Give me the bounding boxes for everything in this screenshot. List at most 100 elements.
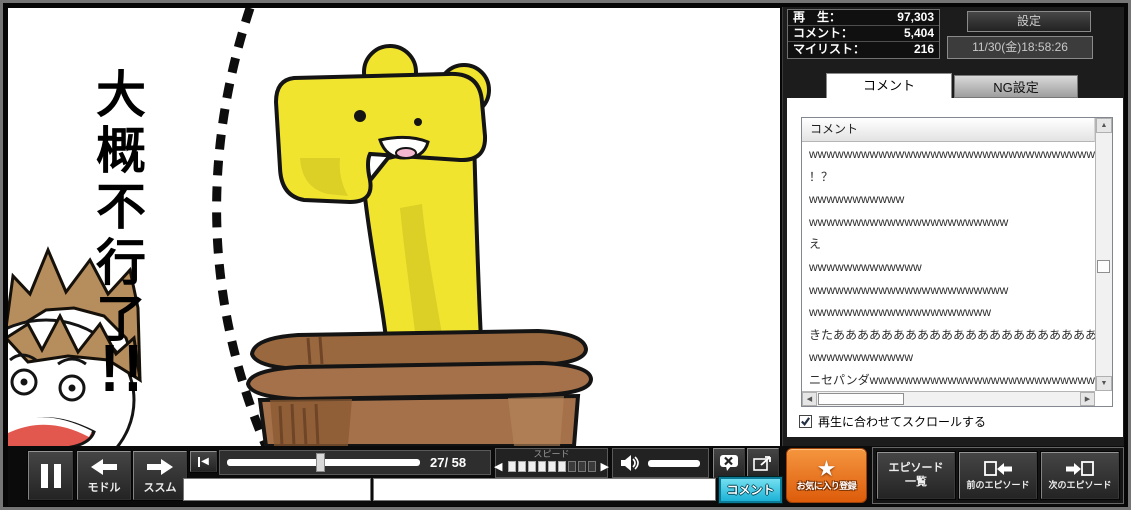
horizontal-scrollbar[interactable]: ◀ ▶ bbox=[802, 391, 1095, 406]
speed-segment bbox=[518, 461, 526, 472]
time-display: 27/ 58 bbox=[430, 455, 466, 470]
pause-icon bbox=[41, 464, 48, 488]
comment-row[interactable]: wwwwwwwwwwwwwwwwwwwww bbox=[802, 300, 1095, 323]
scroll-up-icon[interactable]: ▲ bbox=[1096, 118, 1112, 133]
video-caption-bangs: !! bbox=[100, 330, 147, 407]
comment-row[interactable]: ！？ bbox=[802, 165, 1095, 188]
speed-segment bbox=[578, 461, 586, 472]
comment-row[interactable]: wwwwwwwwwwwww bbox=[802, 255, 1095, 278]
episode-list-label-1: エピソード bbox=[889, 462, 944, 475]
horizontal-scroll-thumb[interactable] bbox=[818, 393, 904, 405]
speed-down-icon[interactable]: ◀ bbox=[491, 460, 505, 473]
next-episode-button[interactable]: 次のエピソード bbox=[1041, 452, 1119, 499]
comment-row[interactable]: ニセパンダwwwwwwwwwwwwwwwwwwwwwwwwww bbox=[802, 368, 1095, 391]
episode-navigation: エピソード 一覧 前のエピソード bbox=[872, 447, 1124, 504]
comment-row[interactable]: wwwwwwwwwwwwwwwwwwwwwww bbox=[802, 210, 1095, 233]
stat-views: 再 生： 97,303 bbox=[788, 10, 939, 26]
stat-mylist: マイリスト： 216 bbox=[788, 42, 939, 58]
comment-submit-button[interactable]: コメント bbox=[719, 477, 782, 503]
forward-button[interactable]: ススム bbox=[133, 451, 187, 500]
giraffe-character bbox=[276, 46, 489, 358]
arrow-right-icon bbox=[145, 457, 175, 477]
info-panel: 再 生： 97,303 コメント： 5,404 マイリスト： 216 設定 11… bbox=[782, 7, 1124, 447]
prev-episode-icon bbox=[983, 461, 1013, 477]
pause-icon bbox=[54, 464, 61, 488]
arrow-left-icon bbox=[89, 457, 119, 477]
scroll-down-icon[interactable]: ▼ bbox=[1096, 376, 1112, 391]
comment-row[interactable]: きたああああああああああああああああああああああ bbox=[802, 323, 1095, 346]
stat-mylist-label: マイリスト： bbox=[793, 42, 865, 58]
fullscreen-button[interactable] bbox=[747, 448, 779, 478]
comment-row[interactable]: wwwwwwwwwwwwwwwwwwwwwww bbox=[802, 278, 1095, 301]
speed-segment bbox=[508, 461, 516, 472]
prev-episode-button[interactable]: 前のエピソード bbox=[959, 452, 1037, 499]
comment-row[interactable]: wwwwwwwwwwwwwwwwwwwwwwwwwwwwwwwwwwwww bbox=[802, 142, 1095, 165]
speed-segment bbox=[588, 461, 596, 472]
skip-to-start-button[interactable]: ◀ bbox=[190, 451, 217, 472]
add-favorite-button[interactable]: ★ お気に入り登録 bbox=[786, 448, 867, 503]
speed-segment bbox=[528, 461, 536, 472]
video-caption: 大概不行了 bbox=[92, 68, 142, 348]
video-stats: 再 生： 97,303 コメント： 5,404 マイリスト： 216 bbox=[787, 9, 940, 59]
datetime-display: 11/30(金)18:58:26 bbox=[947, 36, 1093, 59]
speaker-icon bbox=[620, 454, 642, 472]
scroll-right-icon[interactable]: ▶ bbox=[1080, 392, 1095, 406]
back-button-label: モドル bbox=[88, 479, 121, 495]
speed-controls: ◀ ▶ bbox=[491, 460, 612, 473]
forward-button-label: ススム bbox=[144, 479, 177, 495]
skip-start-arrow-icon: ◀ bbox=[201, 456, 209, 467]
speed-segment bbox=[558, 461, 566, 472]
episode-list-button[interactable]: エピソード 一覧 bbox=[877, 452, 955, 499]
autoscroll-option[interactable]: 再生に合わせてスクロールする bbox=[799, 413, 986, 430]
volume-control bbox=[612, 448, 709, 478]
hide-comments-button[interactable] bbox=[713, 448, 745, 478]
episode-list-label-2: 一覧 bbox=[905, 476, 927, 489]
comment-listview: コメント wwwwwwwwwwwwwwwwwwwwwwwwwwwwwwwwwww… bbox=[801, 117, 1113, 407]
expand-window-icon bbox=[753, 455, 773, 472]
autoscroll-checkbox[interactable] bbox=[799, 415, 812, 428]
check-icon bbox=[800, 416, 811, 427]
speed-up-icon[interactable]: ▶ bbox=[598, 460, 612, 473]
speed-label: スピード bbox=[533, 450, 569, 459]
next-episode-icon bbox=[1065, 461, 1095, 477]
comment-tab-content: コメント wwwwwwwwwwwwwwwwwwwwwwwwwwwwwwwwwww… bbox=[787, 98, 1123, 437]
barrel bbox=[248, 331, 591, 446]
speed-control: スピード ◀ ▶ bbox=[495, 448, 608, 478]
command-input[interactable] bbox=[183, 478, 371, 501]
comment-column-header[interactable]: コメント bbox=[802, 118, 1095, 142]
speed-segment bbox=[538, 461, 546, 472]
stat-comments-value: 5,404 bbox=[904, 26, 934, 41]
prev-episode-label: 前のエピソード bbox=[966, 478, 1029, 491]
pause-button[interactable] bbox=[28, 451, 73, 500]
vertical-scroll-thumb[interactable] bbox=[1097, 260, 1110, 273]
tab-comment[interactable]: コメント bbox=[826, 73, 952, 98]
add-favorite-label: お気に入り登録 bbox=[797, 479, 857, 492]
autoscroll-label: 再生に合わせてスクロールする bbox=[818, 413, 986, 430]
comment-row[interactable]: wwwwwwwwwwww bbox=[802, 345, 1095, 368]
volume-track[interactable] bbox=[648, 460, 700, 467]
seek-thumb[interactable] bbox=[316, 453, 325, 472]
comment-input[interactable] bbox=[373, 478, 716, 501]
stat-mylist-value: 216 bbox=[914, 42, 934, 58]
vertical-scrollbar[interactable]: ▲ ▼ bbox=[1095, 118, 1112, 391]
next-episode-label: 次のエピソード bbox=[1048, 478, 1111, 491]
stat-views-value: 97,303 bbox=[897, 10, 934, 25]
comment-balloon-x-icon bbox=[719, 454, 739, 473]
player-controls: モドル ススム ◀ 27/ 58 スピード ◀ bbox=[8, 446, 1124, 506]
skip-start-icon bbox=[198, 457, 200, 467]
seek-track[interactable] bbox=[227, 459, 420, 466]
tab-ng-settings[interactable]: NG設定 bbox=[954, 75, 1078, 98]
speed-segment bbox=[568, 461, 576, 472]
settings-button[interactable]: 設定 bbox=[967, 11, 1091, 32]
stat-comments: コメント： 5,404 bbox=[788, 26, 939, 42]
seek-bar-group: 27/ 58 bbox=[219, 450, 491, 475]
scroll-left-icon[interactable]: ◀ bbox=[802, 392, 817, 406]
back-button[interactable]: モドル bbox=[77, 451, 131, 500]
comment-rows: wwwwwwwwwwwwwwwwwwwwwwwwwwwwwwwwwwwww ！？… bbox=[802, 142, 1095, 391]
video-screen[interactable]: 大概不行了 !! bbox=[8, 8, 780, 446]
comment-row[interactable]: え bbox=[802, 232, 1095, 255]
player-window: 大概不行了 !! 再 生： 97,303 コメント： 5,404 マイリスト： … bbox=[0, 0, 1131, 510]
comment-row[interactable]: wwwwwwwwwww bbox=[802, 187, 1095, 210]
speed-segment bbox=[548, 461, 556, 472]
stat-views-label: 再 生： bbox=[793, 10, 841, 25]
